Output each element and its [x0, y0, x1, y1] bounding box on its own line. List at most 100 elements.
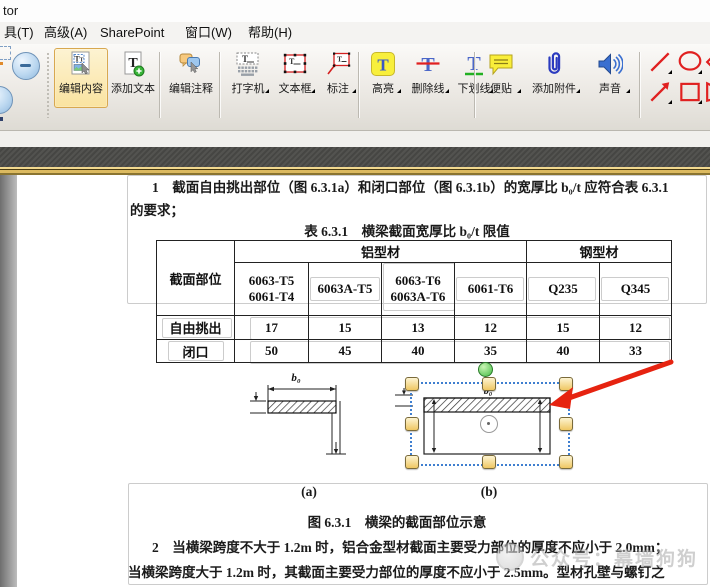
button-label: 编辑内容: [59, 80, 103, 96]
draw-rectangle-button[interactable]: [676, 78, 704, 106]
table-subheader: Q345: [600, 263, 672, 316]
title-bar: tor: [0, 0, 710, 22]
button-label: 便贴: [490, 80, 512, 96]
typewriter-icon: T: [235, 51, 261, 77]
draw-clipped-button[interactable]: [704, 48, 710, 76]
paragraph-2-line-1[interactable]: 2 当横梁跨度不大于 1.2m 时，铝合金型材截面主要受力部位的厚度不应小于 2…: [152, 536, 668, 556]
figure-caption[interactable]: 图 6.3.1 横梁的截面部位示意: [157, 511, 637, 531]
dropdown-arrow-icon[interactable]: [311, 89, 315, 93]
rotate-handle[interactable]: [478, 362, 493, 377]
button-label: 标注: [327, 80, 349, 96]
dropdown-arrow-icon[interactable]: [626, 89, 630, 93]
dropdown-arrow-icon[interactable]: [265, 89, 269, 93]
menu-help[interactable]: 帮助(H): [244, 24, 296, 42]
dropdown-arrow-icon[interactable]: [352, 89, 356, 93]
dropdown-arrow-icon[interactable]: [397, 89, 401, 93]
table-cell: 13: [382, 316, 455, 340]
center-mark: [480, 415, 498, 433]
table-cell: 12: [600, 316, 672, 340]
paragraph-1-line-1[interactable]: 1 截面自由挑出部位（图 6.3.1a）和闭口部位（图 6.3.1b）的宽厚比 …: [152, 176, 669, 196]
alloy-6063-T5: 6063-T5: [235, 273, 308, 289]
table-corner-cell: 截面部位: [157, 241, 235, 316]
menu-sharepoint[interactable]: SharePoint: [96, 24, 168, 42]
draw-clipped-button[interactable]: [704, 78, 710, 106]
toolbar-separator: [639, 52, 640, 118]
toolbar-separator: [358, 52, 359, 118]
table-cell: 12: [455, 316, 527, 340]
sticky-note-icon: [488, 51, 514, 77]
toolbar: TT 编辑内容 T 添加文本: [0, 44, 710, 131]
red-arrow-annotation[interactable]: [545, 356, 677, 416]
strikeout-button[interactable]: T 删除线: [404, 48, 452, 108]
selection-tool-icon[interactable]: [0, 46, 11, 60]
selection-handle-s[interactable]: [482, 455, 496, 469]
callout-button[interactable]: T 标注: [318, 48, 358, 108]
button-label: 文本框: [279, 80, 312, 96]
button-label: 高亮: [372, 80, 394, 96]
dropdown-arrow-icon[interactable]: [517, 89, 521, 93]
dropdown-arrow-icon[interactable]: [668, 70, 672, 74]
sticky-note-button[interactable]: 便贴: [478, 48, 524, 108]
table-subheader: 6061-T6: [455, 263, 527, 316]
window-title: tor: [3, 3, 18, 18]
add-attachment-button[interactable]: 添加附件: [524, 48, 584, 108]
menu-bar: 具(T) 高级(A) SharePoint 窗口(W) 帮助(H): [0, 22, 710, 45]
table-group-steel: 钢型材: [527, 241, 672, 263]
paragraph-1-line-2[interactable]: 的要求；: [130, 199, 184, 219]
dropdown-arrow-icon[interactable]: [576, 89, 580, 93]
selection-handle-se[interactable]: [559, 455, 573, 469]
selection-handle-sw[interactable]: [405, 455, 419, 469]
alloy-6063A-T6: 6063A-T6: [382, 289, 454, 305]
add-text-button[interactable]: T 添加文本: [108, 48, 158, 108]
toolbar-separator: [474, 52, 475, 118]
table-cell: 15: [527, 316, 600, 340]
limits-table[interactable]: 截面部位 铝型材 钢型材 6063-T5 6061-T4 6063A-T5 60…: [156, 240, 672, 363]
table-group-aluminum: 铝型材: [235, 241, 527, 263]
button-label: 声音: [599, 80, 621, 96]
edit-content-button[interactable]: TT 编辑内容: [54, 48, 108, 108]
sound-button[interactable]: 声音: [586, 48, 634, 108]
zoom-in-button-clipped[interactable]: [0, 86, 13, 114]
draw-arrow-button[interactable]: [646, 78, 674, 106]
clipped-edge-fragment: [0, 117, 3, 121]
textbox-button[interactable]: T 文本框: [272, 48, 318, 108]
alloy-6063-T6: 6063-T6: [382, 273, 454, 289]
draw-oval-button[interactable]: [676, 48, 704, 76]
table-subheader: 6063-T5 6061-T4: [235, 263, 309, 316]
table-cell: 45: [309, 340, 382, 363]
table-cell: 40: [382, 340, 455, 363]
selection-handle-nw[interactable]: [405, 377, 419, 391]
edit-annotation-icon: [178, 51, 204, 77]
table-subheader: 6063-T6 6063A-T6: [382, 263, 455, 316]
alloy-6061-T4: 6061-T4: [235, 289, 308, 305]
selection-handle-w[interactable]: [405, 417, 419, 431]
edit-content-icon: TT: [68, 51, 94, 77]
selection-handle-e[interactable]: [559, 417, 573, 431]
figure-a-open-section: b₀: [236, 370, 356, 472]
menu-tools[interactable]: 具(T): [0, 24, 38, 42]
table-cell: 50: [235, 340, 309, 363]
table-subheader: Q235: [527, 263, 600, 316]
callout-icon: T: [325, 51, 351, 77]
paragraph-2-line-2[interactable]: 当横梁跨度大于 1.2m 时，其截面主要受力部位的厚度不应小于 2.5mm。型材…: [128, 561, 665, 581]
svg-text:T: T: [289, 57, 295, 66]
menu-advanced[interactable]: 高级(A): [40, 24, 91, 42]
table-cell: 17: [235, 316, 309, 340]
dropdown-arrow-icon[interactable]: [698, 70, 702, 74]
selection-handle-n[interactable]: [482, 377, 496, 391]
dropdown-arrow-icon[interactable]: [698, 100, 702, 104]
add-text-icon: T: [120, 51, 146, 77]
zoom-out-button[interactable]: [12, 52, 40, 80]
textbox-icon: T: [282, 51, 308, 77]
table-caption[interactable]: 表 6.3.1 横梁截面宽厚比 b₀/t 限值: [137, 220, 677, 240]
draw-line-button[interactable]: [646, 48, 674, 76]
svg-text:T: T: [377, 56, 389, 75]
dropdown-arrow-icon[interactable]: [445, 89, 449, 93]
highlight-button[interactable]: T 高亮: [362, 48, 404, 108]
toolbar-grip[interactable]: [46, 52, 51, 118]
menu-window[interactable]: 窗口(W): [181, 24, 236, 42]
speaker-icon: [597, 51, 623, 77]
dropdown-arrow-icon[interactable]: [668, 100, 672, 104]
edit-annotation-button[interactable]: 编辑注释: [164, 48, 218, 108]
typewriter-button[interactable]: T 打字机: [224, 48, 272, 108]
